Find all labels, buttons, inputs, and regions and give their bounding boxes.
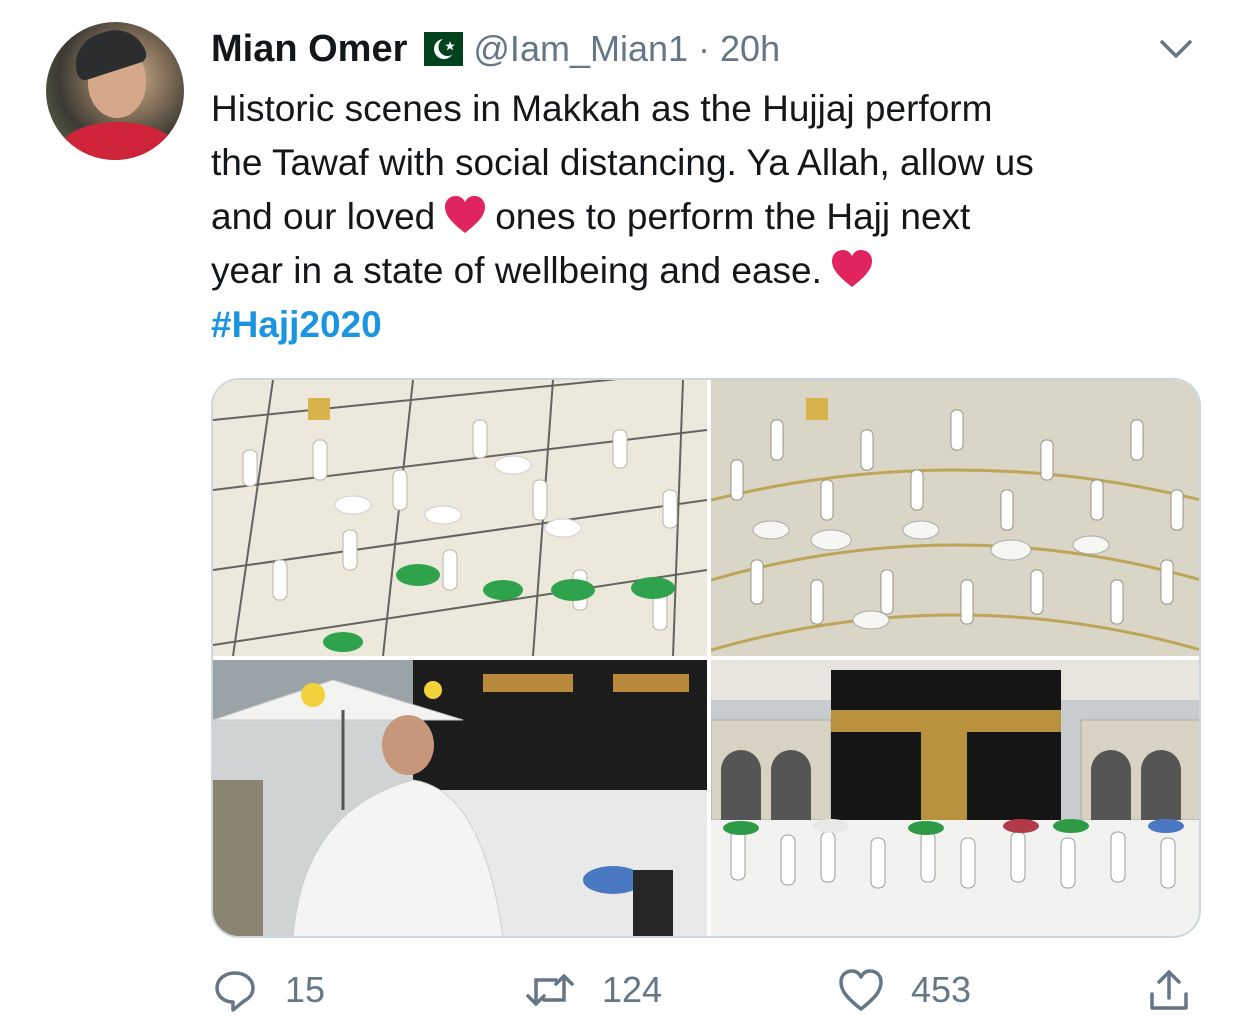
- red-heart-icon: [831, 250, 872, 287]
- tweet-header: Mian Omer @Iam_Mian1 · 20h: [211, 26, 780, 72]
- like-button[interactable]: 453: [837, 962, 971, 1018]
- avatar-shirt: [58, 122, 178, 160]
- author-handle[interactable]: @Iam_Mian1: [473, 28, 688, 70]
- photo-pilgrims-white-umbrellas[interactable]: [711, 380, 1199, 656]
- hashtag-link[interactable]: #Hajj2020: [211, 304, 382, 345]
- chevron-down-icon[interactable]: [1158, 36, 1194, 62]
- author-avatar[interactable]: [46, 22, 184, 160]
- photo-pilgrims-green-umbrellas[interactable]: [213, 380, 707, 656]
- media-grid: [211, 378, 1201, 938]
- red-heart-icon: [445, 196, 486, 233]
- pakistan-flag-icon: [411, 32, 464, 66]
- tweet-actions: 15 124 453: [211, 962, 1201, 1018]
- separator-dot: ·: [698, 28, 711, 69]
- retweet-button[interactable]: 124: [524, 962, 662, 1018]
- retweet-icon: [526, 974, 574, 1006]
- reply-count: 15: [285, 969, 326, 1010]
- heart-icon: [839, 969, 883, 1011]
- tweet-text: Historic scenes in Makkah as the Hujjaj …: [211, 82, 1201, 352]
- reply-icon: [215, 971, 255, 1012]
- photo-kaaba-tawaf[interactable]: [711, 660, 1199, 936]
- share-icon: [1150, 970, 1188, 1010]
- reply-button[interactable]: 15: [211, 962, 325, 1018]
- author-name[interactable]: Mian Omer: [211, 28, 407, 71]
- retweet-count: 124: [602, 969, 663, 1010]
- tweet-timestamp[interactable]: 20h: [720, 28, 780, 70]
- photo-pilgrim-kaaba-closeup[interactable]: [213, 660, 707, 936]
- share-button[interactable]: [1147, 962, 1191, 1018]
- like-count: 453: [911, 969, 972, 1010]
